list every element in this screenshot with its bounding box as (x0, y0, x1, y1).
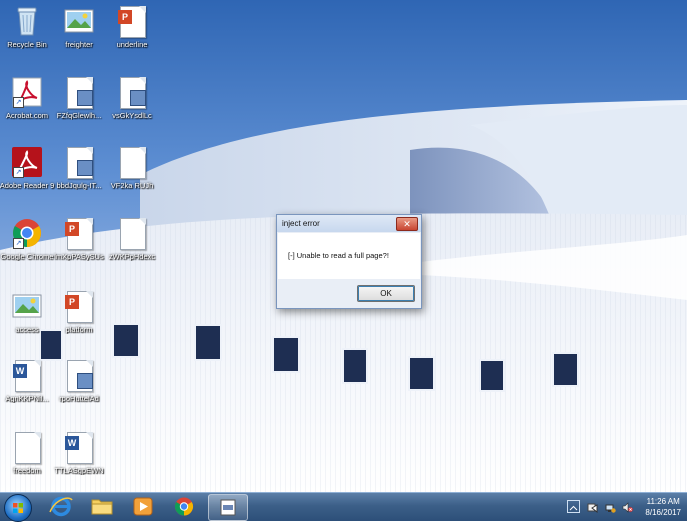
desktop-icon-zwkp[interactable]: zWKPpHdexc (99, 217, 165, 261)
desktop-icon-vf2ka[interactable]: VF2ka RUJh (99, 146, 165, 190)
adobe-reader-icon: ↗ (11, 146, 43, 178)
windows-logo-icon (13, 503, 23, 513)
desktop-icon-underline[interactable]: P underline (99, 5, 165, 49)
powerpoint-file-icon: P (116, 5, 148, 38)
desktop-icon-platform[interactable]: P platform (46, 290, 112, 334)
ok-button[interactable]: OK (357, 285, 415, 302)
desktop-icon-label: TTLASgpEWN (54, 466, 104, 475)
generic-file-icon (63, 76, 95, 109)
image-file-icon (11, 290, 43, 322)
active-window-icon[interactable] (208, 494, 248, 521)
desktop-icon-rpoh[interactable]: rpoHuttelAd (46, 359, 112, 403)
chrome-icon[interactable] (165, 494, 203, 519)
desktop-icon-label: rpoHuttelAd (59, 394, 99, 403)
taskbar: 11:26 AM 8/16/2017 (0, 492, 687, 522)
chrome-icon: ↗ (11, 217, 43, 249)
acrobat-icon: ↗ (11, 76, 43, 108)
powerpoint-file-icon: P (63, 290, 95, 323)
desktop: Recycle Bin freighter P underline ↗ Acro… (0, 0, 687, 492)
blank-file-icon (11, 431, 43, 464)
error-dialog: inject error ✕ [-] Unable to read a full… (276, 214, 422, 309)
internet-explorer-icon[interactable] (42, 494, 80, 519)
desktop-icon-label: platform (65, 325, 93, 334)
word-file-icon: W (11, 359, 43, 392)
show-hidden-icons-icon[interactable] (567, 500, 580, 513)
blank-file-icon (116, 217, 148, 250)
generic-file-icon (63, 359, 95, 392)
powerpoint-file-icon: P (63, 217, 95, 250)
desktop-icon-label: zWKPpHdexc (108, 252, 156, 261)
start-button[interactable] (4, 494, 32, 522)
word-file-icon: W (63, 431, 95, 464)
image-file-icon (63, 5, 95, 37)
file-explorer-icon[interactable] (83, 494, 121, 519)
media-player-icon[interactable] (124, 494, 162, 519)
desktop-icon-label: underline (116, 40, 148, 49)
clock-date: 8/16/2017 (645, 508, 681, 517)
desktop-icon-vsgk[interactable]: vsGkYsdlLc (99, 76, 165, 120)
clock-time: 11:26 AM (646, 497, 680, 506)
clock[interactable]: 11:26 AM 8/16/2017 (645, 496, 681, 518)
desktop-icon-label: vsGkYsdlLc (112, 111, 152, 120)
generic-file-icon (116, 76, 148, 109)
generic-file-icon (63, 146, 95, 179)
action-center-icon[interactable] (587, 500, 598, 514)
network-icon[interactable] (605, 500, 616, 513)
blank-file-icon (116, 146, 148, 179)
volume-icon[interactable] (622, 500, 633, 513)
dialog-message: [-] Unable to read a full page?! (288, 251, 389, 260)
recycle-bin-icon (11, 5, 43, 37)
close-button[interactable]: ✕ (396, 217, 418, 231)
desktop-icon-label: VF2ka RUJh (110, 181, 154, 190)
desktop-icon-ttla[interactable]: W TTLASgpEWN (46, 431, 112, 475)
dialog-body: [-] Unable to read a full page?! (278, 233, 420, 279)
